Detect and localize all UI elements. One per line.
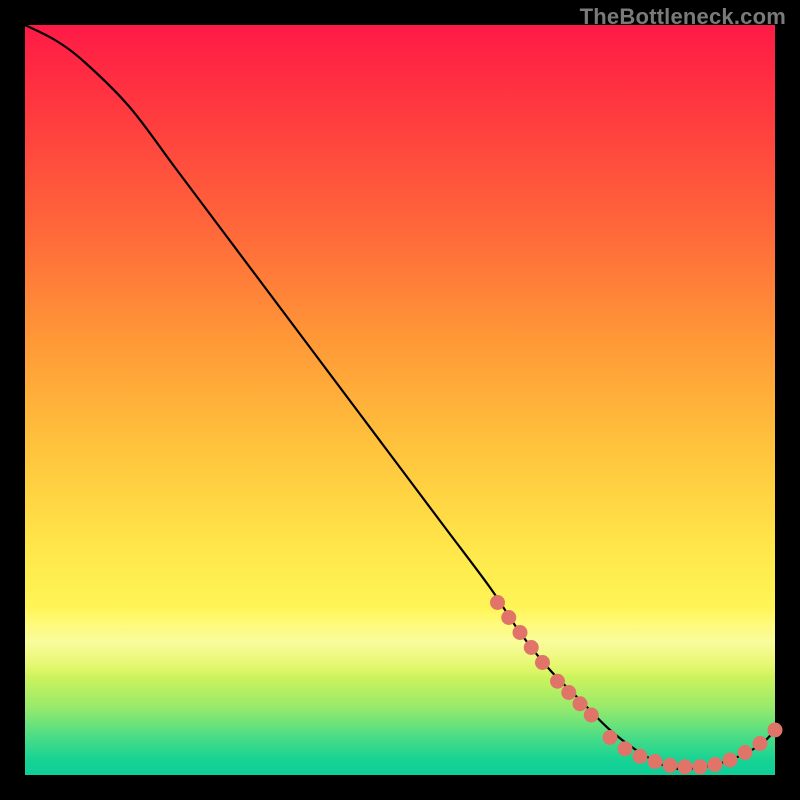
data-point <box>513 625 528 640</box>
data-point <box>535 655 550 670</box>
data-point <box>723 753 738 768</box>
chart-svg <box>25 25 775 775</box>
data-point <box>708 757 723 772</box>
bottleneck-curve <box>25 25 775 769</box>
data-point <box>648 754 663 769</box>
data-point <box>584 708 599 723</box>
data-point <box>573 696 588 711</box>
data-point <box>693 759 708 774</box>
data-point <box>524 640 539 655</box>
data-point <box>753 736 768 751</box>
data-points-group <box>490 595 783 774</box>
data-point <box>768 723 783 738</box>
data-point <box>550 674 565 689</box>
data-point <box>633 749 648 764</box>
chart-area <box>25 25 775 775</box>
data-point <box>490 595 505 610</box>
data-point <box>663 758 678 773</box>
data-point <box>603 730 618 745</box>
data-point <box>678 759 693 774</box>
watermark-text: TheBottleneck.com <box>580 4 786 30</box>
data-point <box>501 610 516 625</box>
data-point <box>738 745 753 760</box>
data-point <box>618 741 633 756</box>
data-point <box>561 685 576 700</box>
